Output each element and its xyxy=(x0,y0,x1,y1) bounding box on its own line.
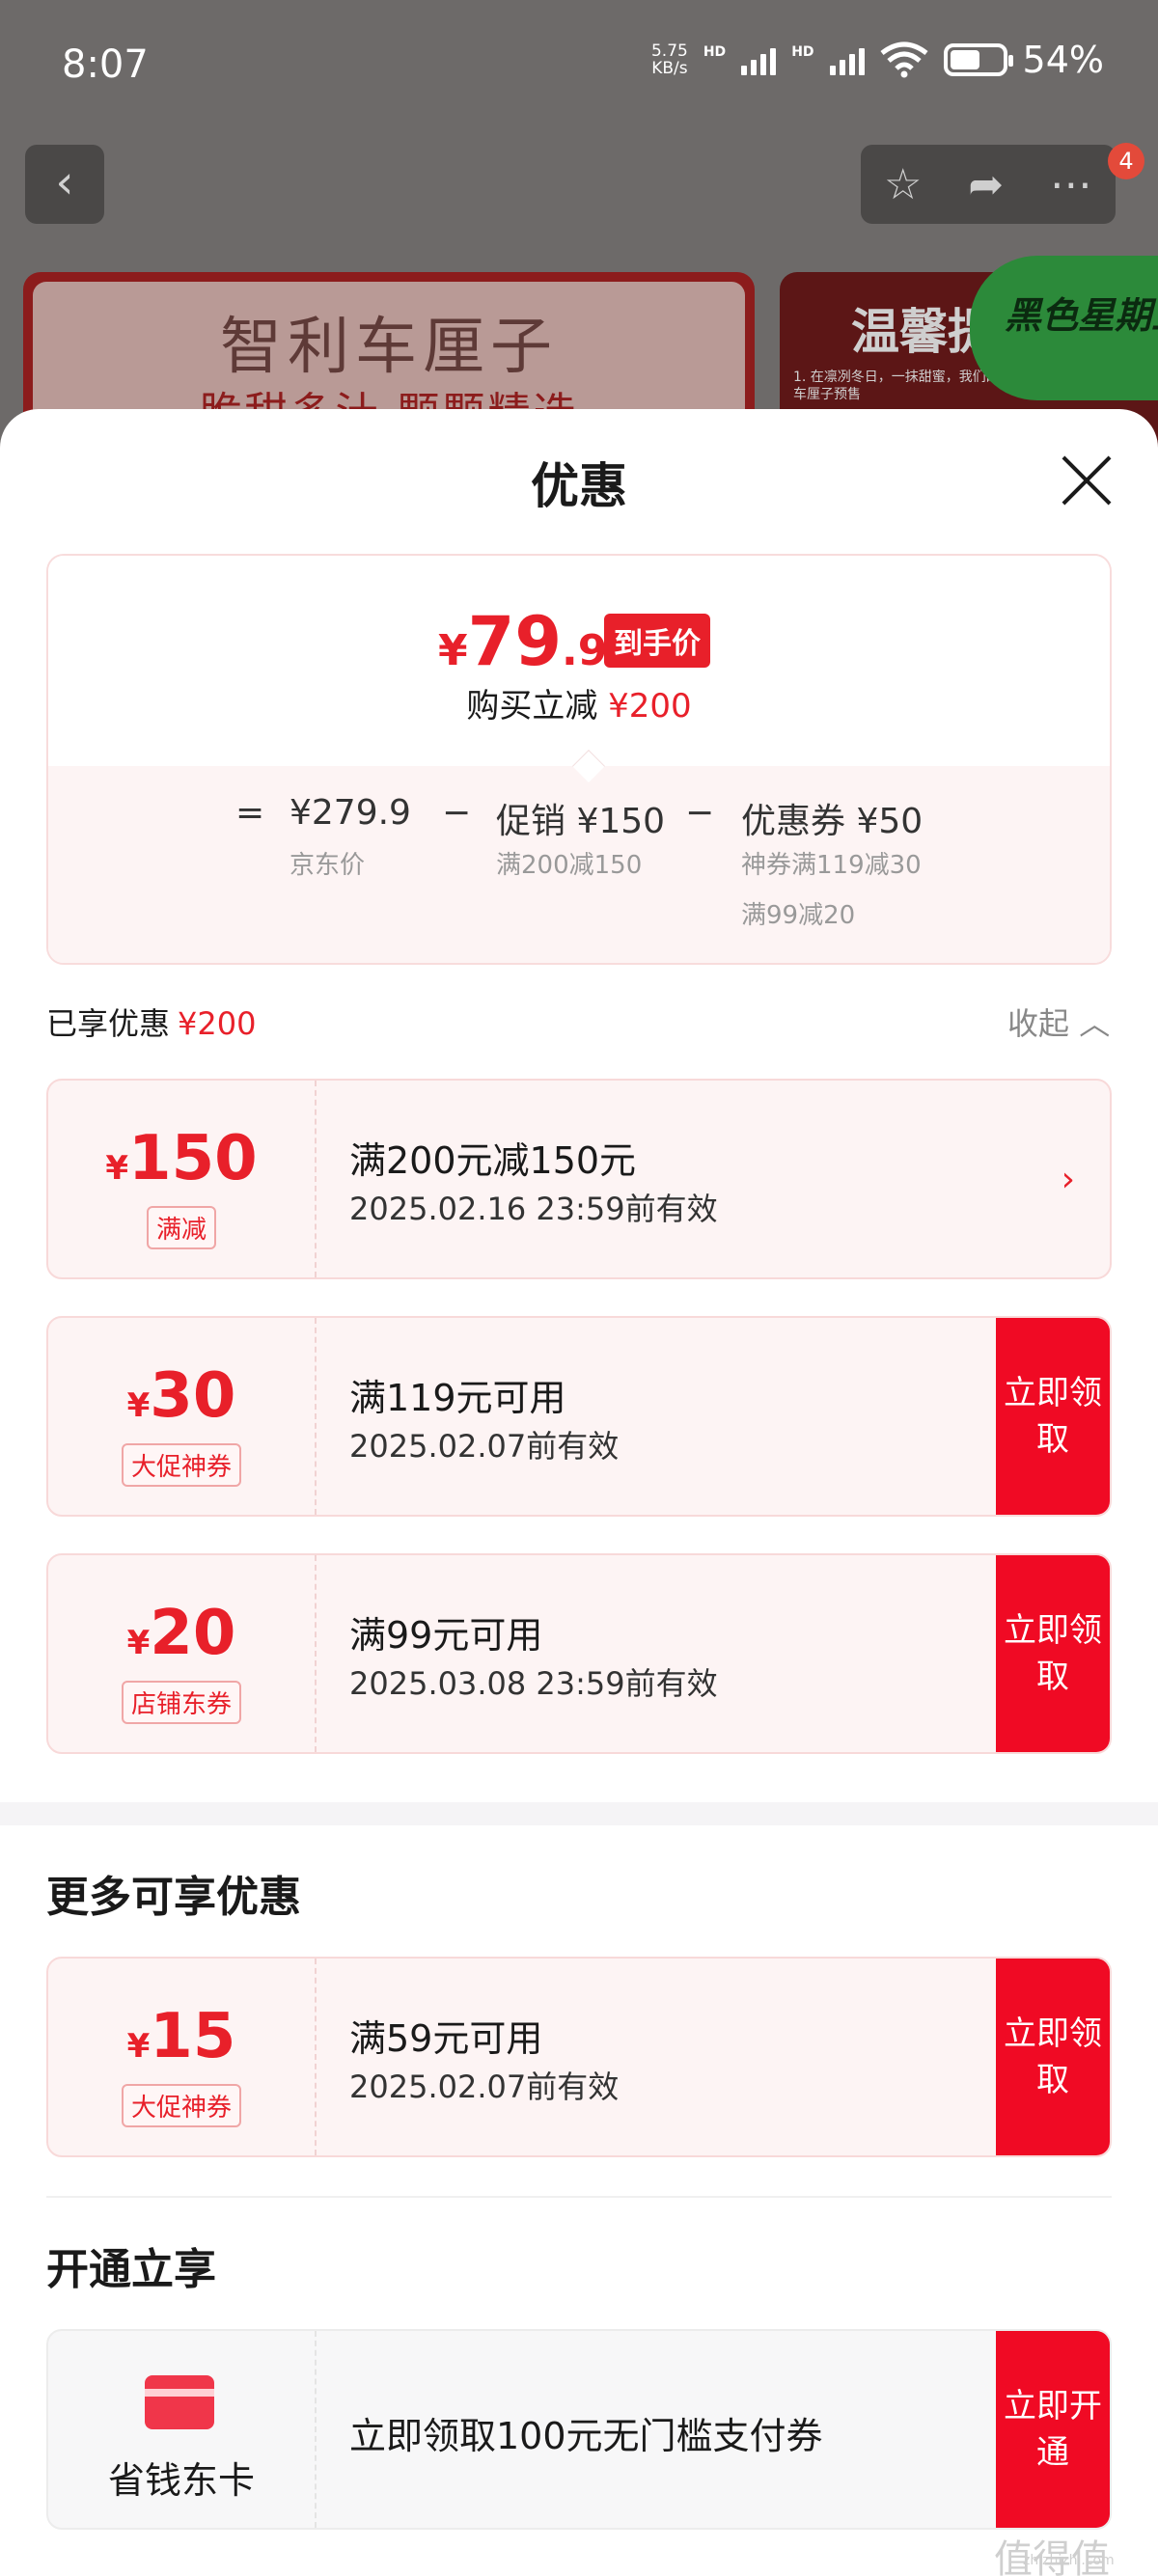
status-icons: 5.75 KB/s HD HD 54% xyxy=(651,39,1104,81)
notification-badge: 4 xyxy=(1108,143,1144,179)
banner-title: 智利车厘子 xyxy=(220,312,558,383)
share-icon[interactable]: ➦ xyxy=(968,160,1004,209)
chevron-right-icon[interactable]: › xyxy=(1062,1160,1075,1199)
more-icon[interactable]: ⋯ xyxy=(1050,160,1092,209)
notice-text: 1. 在凛冽冬日，一抹甜蜜，我们的车厘子预售 xyxy=(793,370,1000,402)
collapse-button[interactable]: 收起 ︿ xyxy=(1007,1000,1110,1044)
coupon-value: ¥150 xyxy=(105,1123,258,1194)
top-actions: ☆ ➦ ⋯ xyxy=(861,145,1116,224)
jd-price: ¥279.9 xyxy=(290,793,411,833)
coupon-condition: 满99元可用 xyxy=(349,1614,543,1657)
coupon-amount: 优惠券 ¥50 xyxy=(741,802,924,841)
coupon-validity: 2025.03.08 23:59前有效 xyxy=(349,1665,718,1702)
coupon-value: ¥15 xyxy=(126,2001,236,2072)
coupon-validity: 2025.02.07前有效 xyxy=(349,1428,620,1465)
sheet-title: 优惠 xyxy=(531,458,627,514)
chevron-up-icon: ︿ xyxy=(1079,1005,1111,1042)
coupon-type-tag: 满减 xyxy=(146,1206,216,1249)
coupon-card: ¥20 店铺东券 满99元可用 2025.03.08 23:59前有效 立即领取 xyxy=(46,1553,1112,1754)
minus-sign: − xyxy=(442,793,472,833)
hd-label: HD xyxy=(703,44,727,60)
promo-amount: 促销 ¥150 xyxy=(496,802,666,841)
card-description: 立即领取100元无门槛支付券 xyxy=(349,2415,823,2457)
coupon-validity: 2025.02.07前有效 xyxy=(349,2069,620,2105)
equals-sign: = xyxy=(235,793,265,833)
membership-card: 省钱东卡 立即领取100元无门槛支付券 立即开通 xyxy=(46,2329,1112,2530)
buy-reduce: 购买立减 ¥200 xyxy=(466,687,692,726)
section-separator xyxy=(0,1802,1158,1825)
coupon-condition: 满200元减150元 xyxy=(349,1139,637,1182)
promo-condition: 满200减150 xyxy=(496,851,643,880)
coupon-type-tag: 店铺东券 xyxy=(121,1681,241,1724)
star-icon[interactable]: ☆ xyxy=(884,160,922,209)
coupon-condition-1: 神券满119减30 xyxy=(741,851,922,880)
coupon-value: ¥30 xyxy=(126,1360,236,1432)
black-friday-badge[interactable]: 黑色星期五 xyxy=(970,256,1158,400)
background-page: 8:07 5.75 KB/s HD HD 54% ‹ ☆ ➦ ⋯ 4 智利车厘子… xyxy=(0,0,1158,453)
coupon-card: ¥30 大促神券 满119元可用 2025.02.07前有效 立即领取 xyxy=(46,1316,1112,1517)
more-discounts-title: 更多可享优惠 xyxy=(46,1873,301,1922)
open-membership-title: 开通立享 xyxy=(46,2245,216,2294)
back-button[interactable]: ‹ xyxy=(25,145,104,224)
status-time: 8:07 xyxy=(62,42,149,87)
coupon-condition-2: 满99减20 xyxy=(741,901,856,930)
hd-label-2: HD xyxy=(791,44,814,60)
coupon-validity: 2025.02.16 23:59前有效 xyxy=(349,1191,718,1227)
final-price-tag: 到手价 xyxy=(604,614,710,668)
minus-sign-2: − xyxy=(685,793,715,833)
signal-icon-2 xyxy=(829,44,865,75)
card-icon xyxy=(145,2375,214,2429)
claim-button[interactable]: 立即领取 xyxy=(996,1318,1110,1515)
divider xyxy=(46,2196,1112,2198)
watermark: 值得值 xyxy=(994,2537,1110,2576)
discount-sheet: 优惠 ¥79.9 到手价 购买立减 ¥200 = ¥279.9 京东价 − 促销… xyxy=(0,409,1158,2576)
coupon-condition: 满59元可用 xyxy=(349,2017,543,2060)
claim-button[interactable]: 立即领取 xyxy=(996,1959,1110,2155)
battery-icon xyxy=(943,43,1013,76)
claim-button[interactable]: 立即领取 xyxy=(996,1555,1110,1752)
open-button[interactable]: 立即开通 xyxy=(996,2331,1110,2528)
status-bar: 8:07 5.75 KB/s HD HD 54% xyxy=(0,0,1158,135)
price-summary-card: ¥79.9 到手价 购买立减 ¥200 = ¥279.9 京东价 − 促销 ¥1… xyxy=(46,554,1112,965)
coupon-condition: 满119元可用 xyxy=(349,1377,566,1419)
coupon-type-tag: 大促神券 xyxy=(121,2084,241,2127)
jd-price-label: 京东价 xyxy=(290,851,366,880)
watermark-url: zhizhizhi.com xyxy=(1023,2553,1115,2568)
wifi-icon xyxy=(879,41,928,78)
card-name: 省钱东卡 xyxy=(107,2459,255,2502)
enjoyed-discount: 已享优惠 ¥200 xyxy=(46,1005,257,1042)
coupon-value: ¥20 xyxy=(126,1598,236,1669)
coupon-card: ¥15 大促神券 满59元可用 2025.02.07前有效 立即领取 xyxy=(46,1957,1112,2157)
chevron-left-icon: ‹ xyxy=(55,155,74,209)
battery-percent: 54% xyxy=(1022,39,1104,81)
close-icon[interactable] xyxy=(1058,452,1116,509)
network-speed: 5.75 KB/s xyxy=(650,41,688,78)
final-price: ¥79.9 xyxy=(438,602,608,681)
signal-icon xyxy=(741,44,777,75)
coupon-type-tag: 大促神券 xyxy=(121,1443,241,1487)
coupon-card[interactable]: ¥150 满减 满200元减150元 2025.02.16 23:59前有效 › xyxy=(46,1079,1112,1279)
